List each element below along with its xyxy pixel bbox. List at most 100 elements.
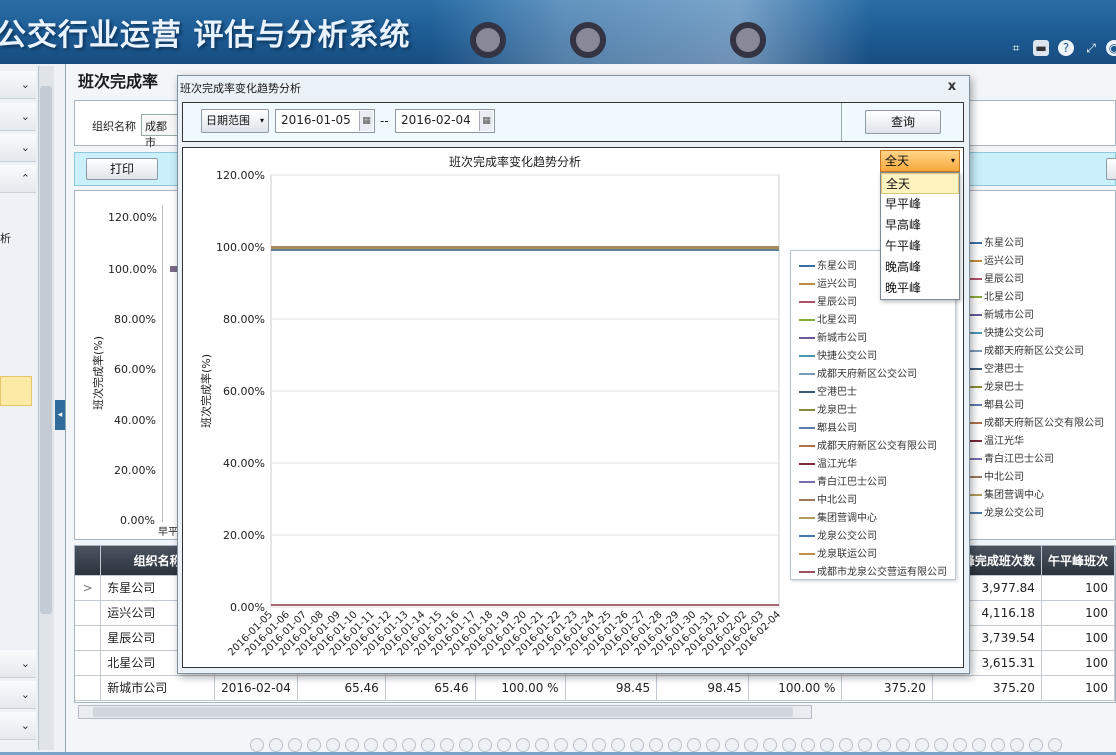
page-dot[interactable] [858,738,872,752]
power-icon[interactable]: ◉ [1106,40,1116,56]
legend-item: 星辰公司 [799,293,857,308]
date-separator: -- [380,114,389,128]
page-dot[interactable] [611,738,625,752]
sidebar-scroll-thumb[interactable] [40,86,52,614]
right-action-button[interactable] [1106,158,1116,180]
end-date-input[interactable]: 2016-02-04 ▦ [395,109,495,133]
page-dot[interactable] [516,738,530,752]
page-dot[interactable] [288,738,302,752]
page-dot[interactable] [497,738,511,752]
table-hscrollbar[interactable] [78,705,812,719]
legend-label: 青白江巴士公司 [984,454,1054,465]
page-dot[interactable] [991,738,1005,752]
page-dot[interactable] [383,738,397,752]
close-icon[interactable]: x [944,79,960,95]
sidebar-group-2[interactable]: ⌄ [0,103,36,131]
page-dot[interactable] [459,738,473,752]
legend-item: 成都天府新区公交有限公司 [799,437,937,452]
calendar-icon[interactable]: ▦ [359,111,373,131]
sidebar-group-1[interactable]: ⌄ [0,71,36,99]
table-hscroll-thumb[interactable] [93,707,793,717]
page-dot[interactable] [877,738,891,752]
period-option[interactable]: 早高峰 [881,215,959,236]
page-dot[interactable] [269,738,283,752]
sidebar-group-3[interactable]: ⌄ [0,134,36,162]
table-cell: 98.45 [656,675,749,701]
period-select[interactable]: 全天 ▾ [880,150,960,172]
page-dot[interactable] [725,738,739,752]
org-cell: 新城市公司 [100,675,216,701]
page-dot[interactable] [326,738,340,752]
period-option[interactable]: 早平峰 [881,194,959,215]
page-dot[interactable] [782,738,796,752]
legend-item: 龙泉巴士 [799,401,857,416]
legend-item: 中北公司 [799,491,857,506]
sidebar-item-partial[interactable]: 析 [0,230,11,246]
page-dot[interactable] [953,738,967,752]
start-date-input[interactable]: 2016-01-05 ▦ [275,109,375,133]
page-dot[interactable] [896,738,910,752]
page-dot[interactable] [364,738,378,752]
period-option[interactable]: 晚高峰 [881,257,959,278]
page-dot[interactable] [706,738,720,752]
bg-legend-item: 星辰公司 [966,270,1024,285]
y-axis-label: 班次完成率(%) [199,354,213,428]
table-cell: 375.20 [841,675,933,701]
page-dot[interactable] [649,738,663,752]
crop-icon[interactable]: ⌗ [1008,40,1024,56]
org-select[interactable]: 成都市 [141,114,181,149]
page-dot[interactable] [744,738,758,752]
help-icon[interactable]: ? [1058,40,1074,56]
legend-item: 运兴公司 [799,275,857,290]
page-dot[interactable] [1048,738,1062,752]
page-dot[interactable] [630,738,644,752]
page-dot[interactable] [915,738,929,752]
page-dot[interactable] [573,738,587,752]
pager-prev-icon[interactable] [250,738,264,752]
page-dots[interactable] [250,738,1067,752]
sidebar-item-selected[interactable] [0,376,32,406]
table-row[interactable]: 新城市公司 2016-02-04 65.46 65.46 100.00 % 98.45 98… [75,675,1115,701]
row-marker [75,650,102,676]
page-dot[interactable] [687,738,701,752]
column-header[interactable]: 午平峰班次 [1041,546,1115,576]
page-dot[interactable] [972,738,986,752]
range-type-label: 日期范围 [206,114,250,127]
page-dot[interactable] [478,738,492,752]
page-dot[interactable] [421,738,435,752]
page-dot[interactable] [763,738,777,752]
y-tick-label: 40.00% [223,457,265,470]
page-dot[interactable] [592,738,606,752]
sidebar-group-5[interactable]: ⌄ [0,650,36,678]
page-dot[interactable] [668,738,682,752]
page-dot[interactable] [839,738,853,752]
page-dot[interactable] [402,738,416,752]
page-dot[interactable] [440,738,454,752]
start-date-value: 2016-01-05 [281,113,351,127]
period-option[interactable]: 全天 [881,173,959,194]
range-type-select[interactable]: 日期范围 ▾ [201,109,269,133]
page-dot[interactable] [1010,738,1024,752]
table-cell: 100 [1041,650,1115,676]
page-dot[interactable] [820,738,834,752]
window-icon[interactable]: ▬ [1033,40,1049,56]
print-button[interactable]: 打印 [86,158,158,180]
query-button[interactable]: 查询 [865,110,941,134]
period-option[interactable]: 晚平峰 [881,278,959,299]
page-dot[interactable] [801,738,815,752]
bg-legend-item: 新城市公司 [966,306,1034,321]
sidebar-group-6[interactable]: ⌄ [0,681,36,709]
sidebar-group-4[interactable]: ⌃ [0,165,36,193]
page-dot[interactable] [934,738,948,752]
bg-chart-legend: 东星公司 运兴公司 星辰公司 北星公司 新城市公司 快捷公交公司 成都天府新区公交公司 空港巴… [966,230,1116,520]
page-dot[interactable] [1029,738,1043,752]
page-dot[interactable] [554,738,568,752]
collapse-handle[interactable]: ◂ [55,400,65,430]
resize-icon[interactable]: ⤢ [1083,40,1099,56]
period-option[interactable]: 午平峰 [881,236,959,257]
page-dot[interactable] [535,738,549,752]
sidebar-group-7[interactable]: ⌄ [0,712,36,740]
page-dot[interactable] [345,738,359,752]
page-dot[interactable] [307,738,321,752]
calendar-icon[interactable]: ▦ [479,111,493,131]
